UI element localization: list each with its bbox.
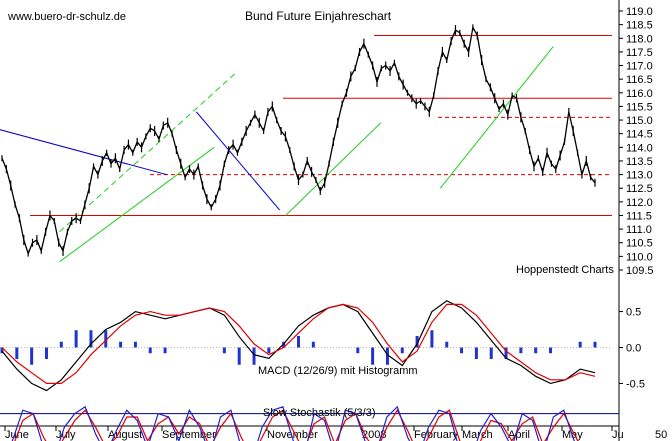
credit-label: Hoppenstedt Charts (516, 264, 614, 276)
price-tick-label: 113.5 (626, 156, 653, 168)
macd-label: MACD (12/26/9) mit Histogramm (258, 365, 418, 377)
price-tick-label: 110.5 (626, 238, 653, 250)
price-tick-label: 115.5 (626, 101, 653, 113)
price-tick-label: 111.5 (626, 210, 652, 222)
x-tick-label: September (162, 429, 216, 441)
price-tick-label: 111.0 (626, 224, 652, 236)
macd-tick-label: 0.5 (626, 307, 641, 319)
price-tick-label: 116.0 (626, 88, 653, 100)
website-label: www.buero-dr-schulz.de (7, 11, 126, 23)
stochastic-tick-label: 50 (655, 429, 667, 441)
chart-title: Bund Future Einjahreschart (245, 9, 392, 23)
x-tick-label: February (414, 429, 459, 441)
price-tick-label: 116.5 (626, 74, 653, 86)
chart-canvas: www.buero-dr-schulz.de Bund Future Einja… (0, 0, 672, 441)
price-tick-label: 117.5 (626, 47, 653, 59)
price-tick-label: 109.5 (626, 265, 654, 277)
price-tick-label: 112.5 (626, 183, 653, 195)
price-tick-label: 118.5 (626, 20, 653, 32)
x-tick-label: Ju (612, 429, 624, 441)
price-tick-label: 112.0 (626, 197, 653, 209)
macd-tick-label: 0.0 (626, 343, 641, 355)
price-tick-label: 118.0 (626, 33, 653, 45)
price-tick-label: 115.0 (626, 115, 653, 127)
price-tick-label: 117.0 (626, 61, 653, 73)
price-tick-label: 119.0 (626, 6, 653, 18)
stochastic-y-axis: 50 (655, 429, 667, 441)
price-tick-label: 114.5 (626, 129, 653, 141)
price-tick-label: 114.0 (626, 142, 653, 154)
price-tick-label: 110.0 (626, 251, 653, 263)
macd-tick-label: -0.5 (626, 378, 645, 390)
stochastic-label: Slow Stochastik (5/3/3) (263, 407, 376, 419)
price-tick-label: 113.0 (626, 170, 653, 182)
